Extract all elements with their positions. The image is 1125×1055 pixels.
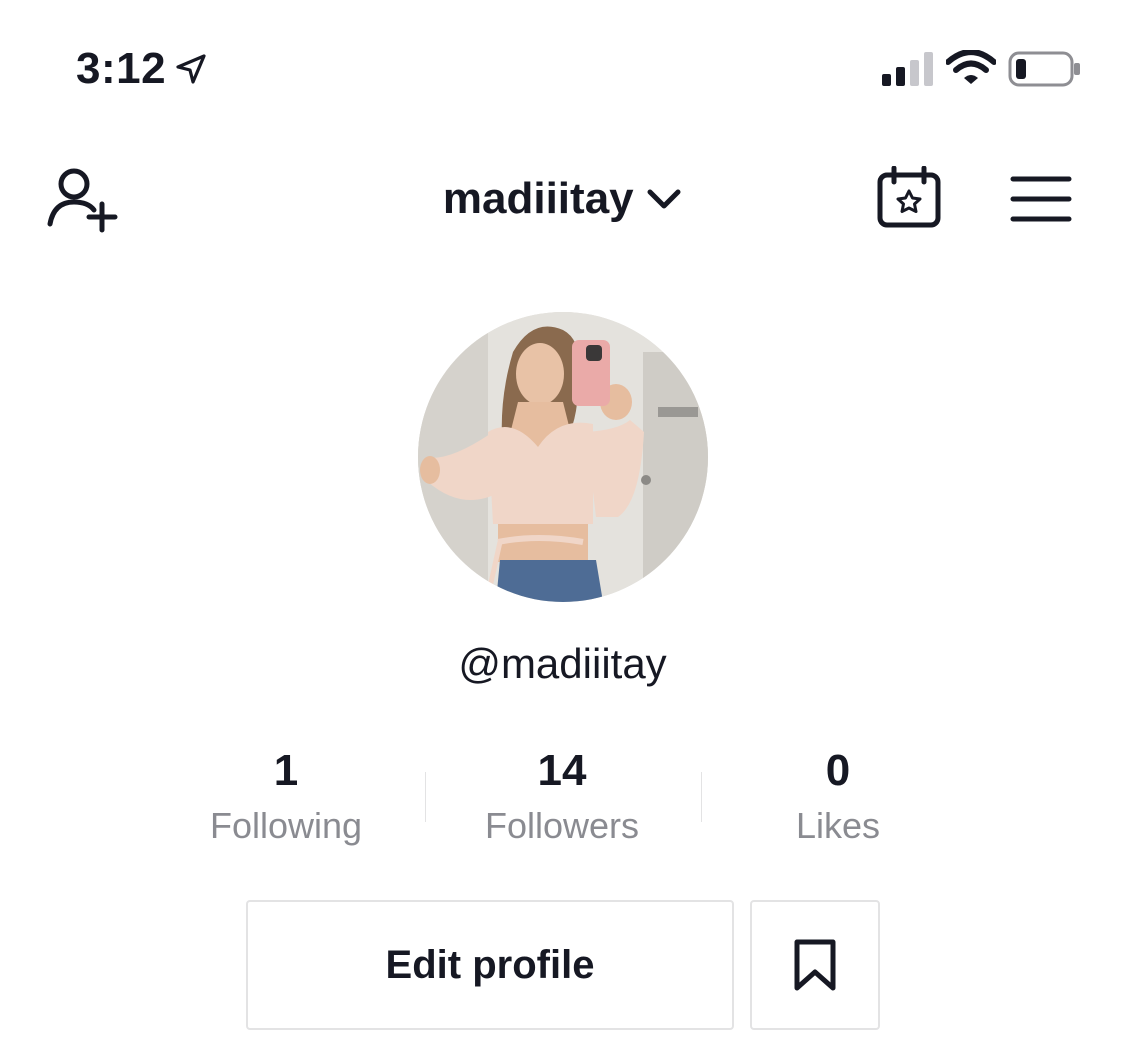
favorites-button[interactable] (750, 900, 880, 1030)
location-arrow-icon (176, 54, 206, 84)
profile-avatar[interactable] (418, 312, 708, 602)
cellular-signal-icon (882, 52, 933, 86)
edit-profile-button[interactable]: Edit profile (246, 900, 734, 1030)
stat-following-label: Following (209, 805, 363, 846)
edit-profile-label: Edit profile (385, 942, 595, 987)
account-switcher[interactable]: madiiitay (0, 174, 1125, 224)
avatar-photo (418, 312, 708, 602)
chevron-down-icon[interactable] (646, 187, 682, 211)
stat-likes-count: 0 (825, 746, 851, 795)
profile-handle: @madiiitay (458, 640, 667, 687)
wifi-icon (946, 50, 996, 84)
calendar-star-icon[interactable] (876, 166, 942, 228)
stat-followers-label: Followers (484, 805, 640, 846)
status-time: 3:12 (76, 44, 167, 93)
stat-followers[interactable]: 14 Followers (424, 748, 700, 846)
stat-followers-count: 14 (537, 746, 587, 795)
stat-following-count: 1 (273, 746, 299, 795)
stat-likes-label: Likes (795, 805, 881, 846)
bookmark-icon (794, 939, 836, 991)
stat-likes[interactable]: 0 Likes (700, 748, 976, 846)
battery-icon (1008, 51, 1080, 87)
header-username[interactable]: madiiitay (443, 174, 634, 224)
hamburger-menu-icon[interactable] (1010, 174, 1072, 224)
stat-following[interactable]: 1 Following (148, 748, 424, 846)
profile-handle-row: @madiiitay (0, 640, 1125, 688)
